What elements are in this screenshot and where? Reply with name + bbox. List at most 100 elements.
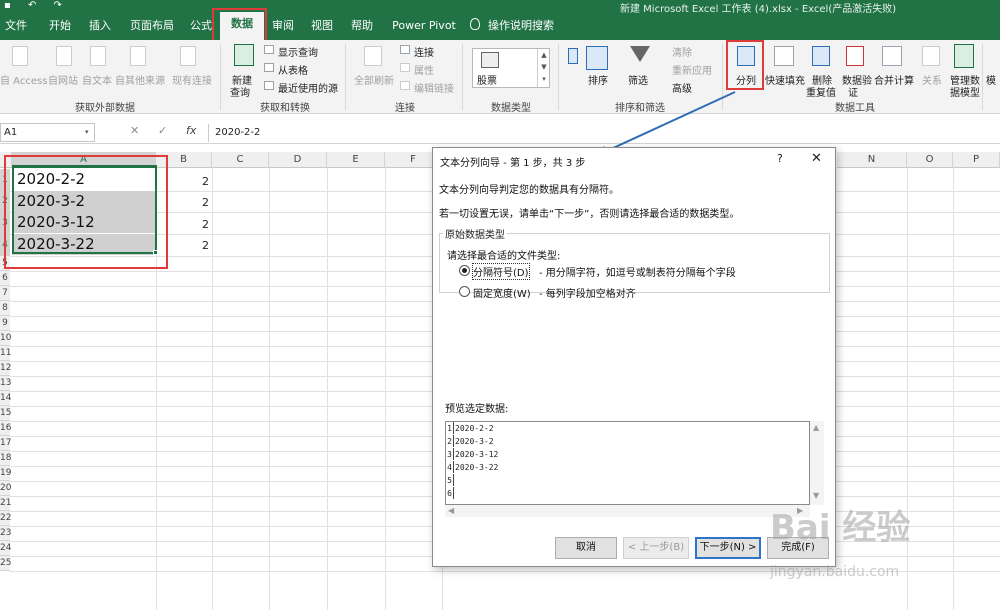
properties-button[interactable]: 属性 <box>414 62 434 77</box>
preview-row-number: 4 <box>446 461 454 473</box>
help-button[interactable]: ? <box>777 152 783 165</box>
sort-az-icon[interactable] <box>568 48 578 64</box>
column-header-e[interactable]: E <box>327 152 385 168</box>
row-header[interactable]: 21 <box>0 496 11 511</box>
row-header[interactable]: 23 <box>0 526 11 541</box>
tab-help[interactable]: 帮助 <box>344 14 380 40</box>
fixed-width-radio[interactable] <box>459 286 470 297</box>
scroll-up-icon[interactable]: ▲ <box>813 423 819 432</box>
row-header[interactable]: 25 <box>0 556 11 571</box>
column-header-d[interactable]: D <box>269 152 327 168</box>
show-query-button[interactable]: 显示查询 <box>278 44 318 59</box>
enter-icon[interactable]: ✓ <box>158 124 167 137</box>
original-data-type-group <box>439 233 830 293</box>
row-header[interactable]: 18 <box>0 451 11 466</box>
new-query-dropdown[interactable]: 查询 <box>230 84 250 99</box>
cancel-icon[interactable]: ✕ <box>130 124 139 137</box>
forecast-label[interactable]: 模 <box>986 72 996 87</box>
row-header[interactable]: 14 <box>0 391 11 406</box>
refresh-all-icon <box>364 46 382 66</box>
advanced-filter-button[interactable]: 高级 <box>672 80 692 95</box>
tab-file[interactable]: 文件 <box>0 14 32 40</box>
delimited-radio[interactable] <box>459 265 470 276</box>
save-icon[interactable]: ▪ <box>4 0 11 11</box>
from-other-sources-button[interactable]: 自其他来源 <box>115 72 165 87</box>
row-header[interactable]: 13 <box>0 376 11 391</box>
sort-button[interactable]: 排序 <box>588 72 608 87</box>
insert-function-icon[interactable]: fx <box>186 124 196 137</box>
reapply-button[interactable]: 重新应用 <box>672 62 712 77</box>
connections-button[interactable]: 连接 <box>414 44 434 59</box>
scroll-down-icon[interactable]: ▼ <box>813 491 819 500</box>
from-web-button[interactable]: 自网站 <box>48 72 78 87</box>
filter-button[interactable]: 筛选 <box>628 72 648 87</box>
redo-icon[interactable]: ↷ <box>54 0 62 11</box>
flash-fill-icon <box>774 46 794 66</box>
data-types-gallery[interactable]: 股票 ▲ ▼ ▾ <box>472 48 550 88</box>
preview-vertical-scrollbar[interactable]: ▲ ▼ <box>810 421 824 505</box>
tab-page-layout[interactable]: 页面布局 <box>124 14 180 40</box>
name-box[interactable]: A1 <box>0 123 95 142</box>
cancel-button[interactable]: 取消 <box>555 537 617 559</box>
highlight-text-to-columns <box>726 40 764 90</box>
fixed-width-description: - 每列字段加空格对齐 <box>539 289 636 300</box>
column-header-p[interactable]: P <box>953 152 1000 168</box>
from-access-button[interactable]: 自 Access <box>0 72 47 87</box>
refresh-all-button[interactable]: 全部刷新 <box>354 72 394 87</box>
row-header[interactable]: 8 <box>0 301 10 316</box>
row-header[interactable]: 6 <box>0 271 10 286</box>
row-header[interactable]: 17 <box>0 436 11 451</box>
formula-input[interactable]: 2020-2-2 <box>215 124 260 141</box>
lightbulb-icon <box>470 18 480 30</box>
scroll-left-icon[interactable]: ◀ <box>448 506 454 515</box>
undo-icon[interactable]: ↶ <box>28 0 36 11</box>
consolidate-button[interactable]: 合并计算 <box>874 72 914 87</box>
row-header[interactable]: 20 <box>0 481 11 496</box>
next-button[interactable]: 下一步(N) > <box>695 537 761 559</box>
column-header-o[interactable]: O <box>907 152 953 168</box>
tab-view[interactable]: 视图 <box>304 14 340 40</box>
tell-me-search[interactable]: 操作说明搜索 <box>486 14 556 40</box>
quick-access-toolbar[interactable]: ▪ ↶ ↷ <box>4 0 62 12</box>
column-header-n[interactable]: N <box>837 152 907 168</box>
tab-home[interactable]: 开始 <box>42 14 78 40</box>
close-button[interactable]: ✕ <box>811 151 822 166</box>
ribbon-separator <box>558 44 559 110</box>
delimited-radio-label[interactable]: 分隔符号(D) <box>472 263 530 280</box>
flash-fill-button[interactable]: 快速填充 <box>765 72 805 87</box>
edit-links-button[interactable]: 编辑链接 <box>414 80 454 95</box>
preview-row-number: 2 <box>446 435 454 447</box>
connections-icon <box>400 45 410 54</box>
group-label-get-transform: 获取和转换 <box>260 103 310 114</box>
back-button[interactable]: < 上一步(B) <box>623 537 689 559</box>
row-header[interactable]: 24 <box>0 541 11 556</box>
existing-connections-button[interactable]: 现有连接 <box>172 72 212 87</box>
row-header[interactable]: 12 <box>0 361 11 376</box>
row-header[interactable]: 9 <box>0 316 10 331</box>
row-header[interactable]: 19 <box>0 466 11 481</box>
fixed-width-radio-label[interactable]: 固定宽度(W) <box>473 285 531 300</box>
row-header[interactable]: 15 <box>0 406 11 421</box>
data-validation-icon <box>846 46 864 66</box>
clear-filter-button[interactable]: 清除 <box>672 44 692 59</box>
row-header[interactable]: 11 <box>0 346 11 361</box>
column-header-c[interactable]: C <box>212 152 269 168</box>
preview-horizontal-scrollbar[interactable]: ◀ ▶ <box>445 505 810 517</box>
row-header[interactable]: 7 <box>0 286 10 301</box>
row-header[interactable]: 16 <box>0 421 11 436</box>
from-text-button[interactable]: 自文本 <box>82 72 112 87</box>
tab-insert[interactable]: 插入 <box>82 14 118 40</box>
name-box-dropdown-icon[interactable]: ▾ <box>85 128 89 136</box>
row-header[interactable]: 10 <box>0 331 11 346</box>
recent-sources-button[interactable]: 最近使用的源 <box>278 80 338 95</box>
relationships-button[interactable]: 关系 <box>922 72 942 87</box>
preview-row-number: 5 <box>446 474 454 486</box>
tab-review[interactable]: 审阅 <box>266 14 300 40</box>
preview-row-text: 2020-2-2 <box>455 424 494 433</box>
data-preview[interactable]: 1 2020-2-2 2 2020-3-2 3 2020-3-12 4 2020-3-22 5 6 <box>445 421 810 505</box>
stocks-button[interactable]: 股票 <box>477 72 497 87</box>
tab-power-pivot[interactable]: Power Pivot <box>388 14 460 40</box>
row-header[interactable]: 22 <box>0 511 11 526</box>
from-table-button[interactable]: 从表格 <box>278 62 308 77</box>
gallery-scroll[interactable]: ▲ ▼ ▾ <box>537 49 550 87</box>
